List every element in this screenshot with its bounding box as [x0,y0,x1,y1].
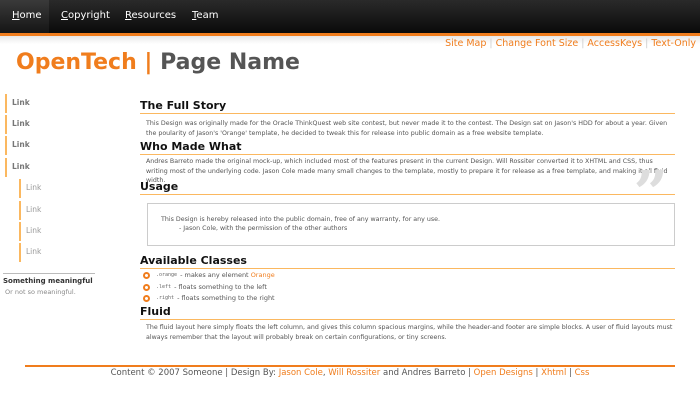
list-item: .orange - makes any element Orange [143,271,275,279]
class-desc: - makes any element [180,271,249,279]
sidebar-divider [3,273,95,274]
footer-link-xhtml[interactable]: Xhtml [541,368,566,378]
footer-link-open-designs[interactable]: Open Designs [474,368,533,378]
sidebar-sublink[interactable]: Link [19,179,41,198]
sidebar-sublink[interactable]: Link [19,243,41,262]
top-nav: Home Copyright Resources Team [0,0,700,33]
list-item: .right - floats something to the right [143,294,275,302]
page-title: OpenTech | Page Name [16,50,300,75]
accesskeys-link[interactable]: AccessKeys [587,38,642,49]
footer-link-will[interactable]: Will Rossiter [328,368,380,378]
heading-usage: Usage [140,180,675,195]
heading-who-made-what: Who Made What [140,140,675,155]
utility-links: Site Map | Change Font Size | AccessKeys | Tex… [445,38,696,49]
sidebar-link[interactable]: Link [5,94,30,113]
class-desc: - floats something to the right [177,294,275,302]
quote-attribution: - Jason Cole, with the permission of the… [179,225,348,232]
bullet-icon [143,283,150,291]
orange-sample: Orange [250,271,275,279]
nav-resources[interactable]: Resources [125,10,176,21]
usage-quote: This Design is hereby released into the … [147,164,675,246]
list-item: .left - floats something to the left [143,283,267,291]
footer-text-mid: and Andres Barreto | [380,368,474,378]
footer-sep: | [532,368,542,378]
text-only-link[interactable]: Text-Only [651,38,696,49]
sidebar-heading: Something meaningful [3,277,93,285]
site-map-link[interactable]: Site Map [445,38,486,49]
page-name: Page Name [160,50,300,75]
sidebar-link[interactable]: Link [5,136,30,155]
title-separator: | [144,50,153,75]
class-code: .right [156,295,175,301]
heading-fluid: Fluid [140,305,675,320]
quote-mark-icon: ” [633,159,668,229]
bullet-icon [143,271,150,279]
nav-home[interactable]: Home [12,10,42,21]
quote-text: This Design is hereby released into the … [161,216,441,223]
footer-link-css[interactable]: Css [575,368,590,378]
sidebar-sublink[interactable]: Link [19,222,41,241]
brand: OpenTech [16,50,137,75]
sidebar-text: Or not so meaningful. [5,288,76,296]
class-code: .left [156,284,172,290]
heading-full-story: The Full Story [140,99,675,114]
footer-divider [25,365,675,367]
fluid-text: The fluid layout here simply floats the … [146,324,673,341]
bullet-icon [143,294,150,302]
sidebar-sublink[interactable]: Link [19,201,41,220]
footer: Content © 2007 Someone | Design By: Jaso… [0,368,700,378]
class-desc: - floats something to the left [174,283,267,291]
heading-available-classes: Available Classes [140,254,675,269]
story-text: This Design was originally made for the … [146,120,668,137]
class-code: .orange [156,272,178,278]
nav-copyright[interactable]: Copyright [61,10,110,21]
footer-link-jason[interactable]: Jason Cole [279,368,323,378]
nav-team[interactable]: Team [192,10,218,21]
font-size-link[interactable]: Change Font Size [496,38,579,49]
footer-text: Content © 2007 Someone | Design By: [110,368,279,378]
sidebar-link[interactable]: Link [5,115,30,134]
footer-sep: | [566,368,575,378]
sidebar-link[interactable]: Link [5,158,30,177]
